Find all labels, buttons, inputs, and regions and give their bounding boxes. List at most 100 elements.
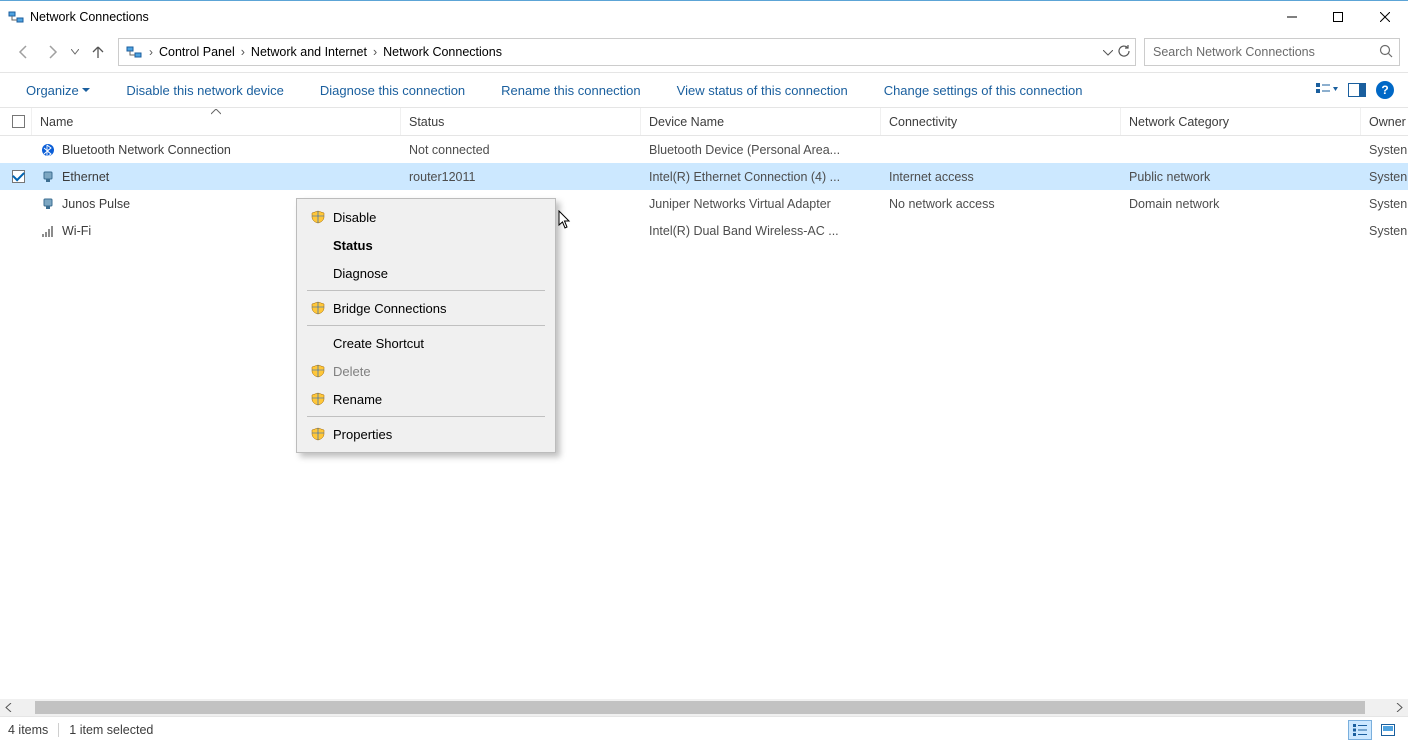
window-title: Network Connections (30, 10, 149, 24)
connection-name: Bluetooth Network Connection (62, 143, 231, 157)
connection-owner: Systen (1361, 163, 1408, 190)
header-checkbox-column[interactable] (0, 108, 32, 135)
search-input[interactable] (1151, 44, 1379, 60)
scrollbar-thumb[interactable] (35, 701, 1365, 714)
ctx-diagnose[interactable]: Diagnose (299, 259, 553, 287)
navbar: › Control Panel › Network and Internet ›… (0, 32, 1408, 72)
ctx-separator (307, 325, 545, 326)
ctx-bridge[interactable]: Bridge Connections (299, 294, 553, 322)
search-icon[interactable] (1379, 44, 1393, 61)
connection-owner: Systen (1361, 136, 1408, 163)
ctx-properties[interactable]: Properties (299, 420, 553, 448)
address-bar[interactable]: › Control Panel › Network and Internet ›… (118, 38, 1136, 66)
sort-ascending-icon (211, 108, 221, 118)
large-icons-view-button[interactable] (1376, 720, 1400, 740)
connection-connectivity (881, 136, 1121, 163)
address-dropdown-button[interactable] (1103, 45, 1113, 59)
view-options-button[interactable] (1316, 82, 1338, 98)
connection-device: Juniper Networks Virtual Adapter (641, 190, 881, 217)
ctx-label: Status (333, 238, 373, 253)
maximize-button[interactable] (1315, 1, 1361, 32)
minimize-button[interactable] (1269, 1, 1315, 32)
ctx-label: Properties (333, 427, 392, 442)
up-button[interactable] (86, 40, 110, 64)
list-item[interactable]: Bluetooth Network Connection Not connect… (0, 136, 1408, 163)
ethernet-icon (40, 169, 56, 185)
ethernet-icon (40, 196, 56, 212)
row-checkbox[interactable] (12, 170, 25, 183)
list-item[interactable]: Ethernet router12011 Intel(R) Ethernet C… (0, 163, 1408, 190)
change-settings-button[interactable]: Change settings of this connection (866, 73, 1101, 107)
header-network-category[interactable]: Network Category (1121, 108, 1361, 135)
chevron-right-icon: › (239, 45, 247, 59)
connection-name: Wi-Fi (62, 224, 91, 238)
bluetooth-icon (40, 142, 56, 158)
network-connections-window: Network Connections › Control Panel › Ne… (0, 0, 1408, 742)
ctx-rename[interactable]: Rename (299, 385, 553, 413)
header-connectivity[interactable]: Connectivity (881, 108, 1121, 135)
ctx-label: Create Shortcut (333, 336, 424, 351)
list-item[interactable]: Junos Pulse Juniper Networks Virtual Ada… (0, 190, 1408, 217)
help-button[interactable]: ? (1376, 81, 1394, 99)
header-name[interactable]: Name (32, 108, 401, 135)
forward-button[interactable] (40, 40, 64, 64)
ctx-label: Rename (333, 392, 382, 407)
diagnose-connection-button[interactable]: Diagnose this connection (302, 73, 483, 107)
horizontal-scrollbar[interactable] (0, 699, 1408, 716)
connection-connectivity: No network access (881, 190, 1121, 217)
connection-category (1121, 217, 1361, 244)
connection-device: Intel(R) Dual Band Wireless-AC ... (641, 217, 881, 244)
list-item[interactable]: Wi-Fi Intel(R) Dual Band Wireless-AC ...… (0, 217, 1408, 244)
ctx-label: Disable (333, 210, 376, 225)
recent-locations-button[interactable] (68, 40, 82, 64)
header-status[interactable]: Status (401, 108, 641, 135)
refresh-button[interactable] (1117, 44, 1131, 61)
toolbar: Organize Disable this network device Dia… (0, 72, 1408, 108)
address-icon (123, 41, 145, 63)
details-view-button[interactable] (1348, 720, 1372, 740)
connection-connectivity (881, 217, 1121, 244)
connection-owner: Systen (1361, 217, 1408, 244)
breadcrumb-item[interactable]: Control Panel (155, 39, 239, 65)
ctx-label: Diagnose (333, 266, 388, 281)
ctx-delete: Delete (299, 357, 553, 385)
connection-device: Intel(R) Ethernet Connection (4) ... (641, 163, 881, 190)
network-connections-icon (8, 9, 24, 25)
breadcrumb-item[interactable]: Network Connections (379, 39, 506, 65)
search-box[interactable] (1144, 38, 1400, 66)
connection-list[interactable]: Bluetooth Network Connection Not connect… (0, 136, 1408, 699)
connection-owner: Systen (1361, 190, 1408, 217)
ctx-status[interactable]: Status (299, 231, 553, 259)
shield-icon (309, 301, 327, 315)
wifi-icon (40, 223, 56, 239)
breadcrumb: Control Panel › Network and Internet › N… (155, 39, 1103, 65)
scrollbar-track[interactable] (17, 699, 1391, 716)
context-menu: Disable Status Diagnose Bridge Connectio… (296, 198, 556, 453)
header-owner[interactable]: Owner (1361, 108, 1408, 135)
separator (58, 723, 59, 737)
connection-status: router12011 (401, 163, 641, 190)
item-count: 4 items (8, 723, 48, 737)
rename-connection-button[interactable]: Rename this connection (483, 73, 658, 107)
scroll-right-button[interactable] (1391, 699, 1408, 716)
view-status-button[interactable]: View status of this connection (659, 73, 866, 107)
organize-button[interactable]: Organize (8, 73, 108, 107)
connection-connectivity: Internet access (881, 163, 1121, 190)
ctx-disable[interactable]: Disable (299, 203, 553, 231)
preview-pane-button[interactable] (1348, 83, 1366, 97)
scroll-left-button[interactable] (0, 699, 17, 716)
column-headers: Name Status Device Name Connectivity Net… (0, 108, 1408, 136)
back-button[interactable] (12, 40, 36, 64)
header-device-name[interactable]: Device Name (641, 108, 881, 135)
connection-category (1121, 136, 1361, 163)
connection-name: Junos Pulse (62, 197, 130, 211)
ctx-separator (307, 290, 545, 291)
breadcrumb-item[interactable]: Network and Internet (247, 39, 371, 65)
chevron-right-icon[interactable]: › (147, 45, 155, 59)
shield-icon (309, 210, 327, 224)
connection-category: Domain network (1121, 190, 1361, 217)
titlebar[interactable]: Network Connections (0, 1, 1408, 32)
close-button[interactable] (1361, 1, 1408, 32)
disable-device-button[interactable]: Disable this network device (108, 73, 302, 107)
ctx-create-shortcut[interactable]: Create Shortcut (299, 329, 553, 357)
